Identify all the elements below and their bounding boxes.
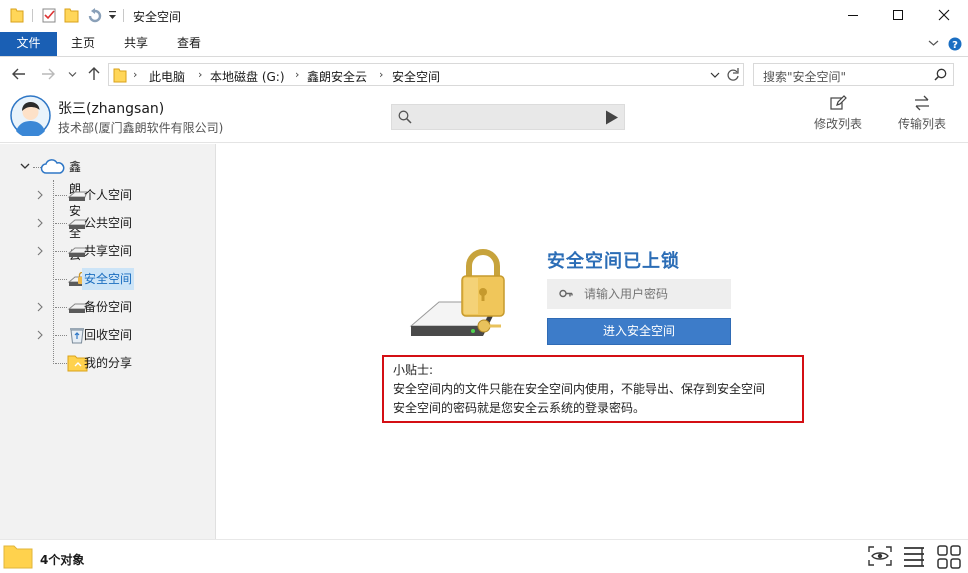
key-icon — [559, 289, 573, 298]
breadcrumb-secure-space[interactable]: 安全空间 — [392, 68, 440, 85]
tree-item-label: 共享空间 — [84, 244, 133, 258]
locked-title: 安全空间已上锁 — [547, 251, 680, 272]
tree-item-label: 安全空间 — [82, 268, 135, 290]
transfer-list-button[interactable]: 传输列表 — [892, 95, 952, 132]
chevron-right-icon[interactable] — [37, 246, 43, 256]
details-view-icon[interactable] — [903, 546, 925, 568]
chevron-down-icon[interactable] — [20, 162, 30, 170]
tree-item-label: 我的分享 — [84, 356, 133, 370]
tree-connector — [55, 195, 67, 196]
address-bar[interactable]: › 此电脑 › 本地磁盘 (G:) › 鑫朗安全云 › 安全空间 — [108, 63, 744, 86]
tree-connector — [55, 363, 67, 364]
tree-item-backup-space[interactable]: 备份空间 — [37, 296, 203, 318]
properties-icon[interactable] — [42, 7, 57, 23]
user-department: 技术部(厦门鑫朗软件有限公司) — [58, 121, 224, 135]
minimize-button[interactable] — [830, 0, 876, 30]
chevron-right-icon[interactable] — [37, 302, 43, 312]
chevron-right-icon[interactable] — [37, 218, 43, 228]
search-icon — [398, 110, 412, 124]
tree-item-label: 个人空间 — [84, 188, 133, 202]
tips-box: 小贴士: 安全空间内的文件只能在安全空间内使用，不能导出、保存到安全空间 安全空… — [382, 355, 804, 423]
tree-item-shared-space[interactable]: 共享空间 — [37, 240, 203, 262]
chevron-right-icon[interactable]: › — [198, 68, 202, 81]
toolbar-divider — [123, 9, 124, 22]
tree-item-label: 备份空间 — [84, 300, 133, 314]
tree-connector — [55, 307, 67, 308]
folder-icon — [113, 67, 127, 83]
forward-arrow-icon[interactable] — [41, 67, 56, 81]
tab-share[interactable]: 共享 — [115, 32, 157, 56]
status-bar: 4个对象 — [0, 539, 968, 573]
chevron-right-icon[interactable] — [37, 190, 43, 200]
large-icons-view-icon[interactable] — [937, 545, 961, 569]
file-search-bar[interactable] — [391, 104, 625, 130]
tree-connector — [55, 251, 67, 252]
breadcrumb-local-disk[interactable]: 本地磁盘 (G:) — [210, 68, 285, 85]
address-row: › 此电脑 › 本地磁盘 (G:) › 鑫朗安全云 › 安全空间 搜索"安全空间… — [0, 58, 968, 91]
window-title: 安全空间 — [133, 10, 182, 24]
tab-file[interactable]: 文件 — [0, 32, 57, 56]
tree-item-personal-space[interactable]: 个人空间 — [37, 184, 203, 206]
breadcrumb-xinlang-cloud[interactable]: 鑫朗安全云 — [307, 68, 367, 85]
folder-icon — [10, 7, 24, 23]
transfer-list-label: 传输列表 — [897, 117, 946, 131]
item-count: 4个对象 — [40, 553, 85, 567]
chevron-right-icon[interactable]: › — [295, 68, 299, 81]
undo-icon[interactable] — [87, 7, 103, 23]
new-folder-icon[interactable] — [64, 7, 79, 23]
tips-line: 安全空间内的文件只能在安全空间内使用，不能导出、保存到安全空间 — [393, 382, 766, 396]
tree-connector — [55, 223, 67, 224]
locked-drive-icon — [407, 248, 507, 348]
tree-item-secure-space[interactable]: 安全空间 — [53, 268, 203, 290]
chevron-right-icon[interactable] — [37, 330, 43, 340]
back-arrow-icon[interactable] — [11, 67, 26, 81]
user-name: 张三(zhangsan) — [58, 101, 165, 117]
up-arrow-icon[interactable] — [87, 66, 101, 81]
tab-home[interactable]: 主页 — [62, 32, 104, 56]
search-input[interactable]: 搜索"安全空间" — [753, 63, 954, 86]
play-search-icon[interactable] — [605, 110, 619, 125]
preview-view-icon[interactable] — [868, 546, 892, 566]
address-dropdown-icon[interactable] — [710, 71, 720, 79]
password-field[interactable] — [547, 279, 731, 309]
customize-toolbar-icon[interactable] — [108, 9, 117, 21]
chevron-right-icon[interactable]: › — [133, 68, 137, 81]
breadcrumb-this-pc[interactable]: 此电脑 — [149, 68, 185, 85]
close-button[interactable] — [921, 0, 967, 30]
folder-icon — [3, 543, 33, 569]
search-icon[interactable] — [934, 68, 947, 81]
ribbon-tabs: 文件 主页 共享 查看 ? — [0, 32, 968, 57]
tips-title: 小贴士: — [393, 363, 434, 377]
edit-list-label: 修改列表 — [813, 117, 862, 131]
title-bar: 安全空间 — [0, 0, 968, 32]
chevron-right-icon[interactable]: › — [379, 68, 383, 81]
tree-connector — [55, 335, 67, 336]
tree-item-recycle-space[interactable]: 回收空间 — [37, 324, 203, 346]
recent-locations-icon[interactable] — [68, 71, 77, 78]
svg-text:?: ? — [952, 40, 958, 51]
expand-ribbon-icon[interactable] — [928, 39, 939, 47]
tab-view[interactable]: 查看 — [168, 32, 210, 56]
main-content: 安全空间已上锁 进入安全空间 小贴士: 安全空间内的文件只能在安全空间内使用，不… — [217, 144, 968, 539]
avatar[interactable] — [10, 95, 51, 136]
tree-item-label: 公共空间 — [84, 216, 133, 230]
help-icon[interactable]: ? — [948, 37, 962, 51]
tree-connector — [55, 279, 67, 280]
tree-item-my-share[interactable]: 我的分享 — [53, 352, 203, 374]
tips-line: 安全空间的密码就是您安全云系统的登录密码。 — [393, 401, 646, 415]
tree-item-public-space[interactable]: 公共空间 — [37, 212, 203, 234]
edit-list-button[interactable]: 修改列表 — [808, 95, 868, 132]
search-placeholder: 搜索"安全空间" — [763, 70, 847, 84]
enter-secure-space-button[interactable]: 进入安全空间 — [547, 318, 731, 345]
maximize-button[interactable] — [875, 0, 921, 30]
refresh-icon[interactable] — [726, 67, 740, 82]
tree-item-label: 回收空间 — [84, 328, 133, 342]
toolbar-divider — [32, 9, 33, 22]
cloud-icon — [40, 159, 66, 175]
user-header: 张三(zhangsan) 技术部(厦门鑫朗软件有限公司) 修改列表 传输列表 — [0, 91, 968, 143]
